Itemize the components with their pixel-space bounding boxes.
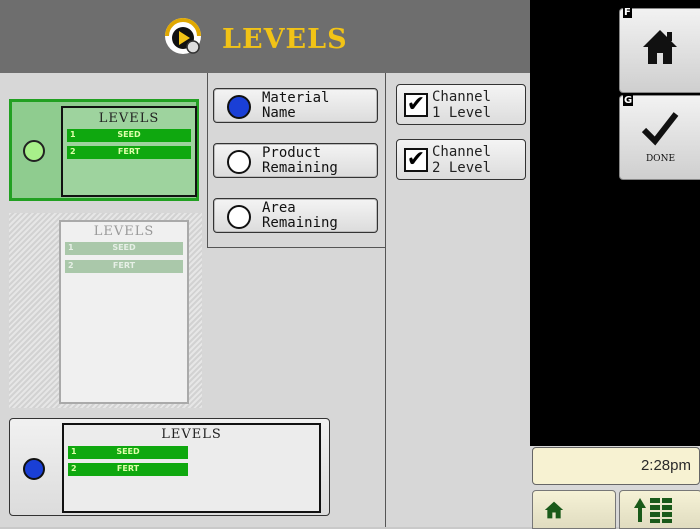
checkmark-icon (641, 112, 679, 146)
option-label: Area Remaining (262, 200, 338, 231)
levels-preview-title: LEVELS (161, 427, 222, 442)
level-row-2: 2 FERT (67, 146, 191, 159)
home-icon (544, 501, 564, 519)
page-header: LEVELS (0, 0, 530, 73)
levels-preview-1: LEVELS 1 SEED 2 FERT (61, 106, 197, 197)
option-radio[interactable] (227, 95, 251, 119)
checkbox-label: Channel 2 Level (432, 144, 492, 176)
level-row-2: 2 FERT (68, 463, 188, 476)
level-row-1: 1 SEED (65, 242, 183, 255)
checkmark-icon[interactable]: ✔ (404, 148, 428, 172)
softkey-letter: F (623, 7, 632, 18)
option-area-remaining[interactable]: Area Remaining (213, 198, 378, 233)
layout-option-3[interactable]: LEVELS 1 SEED 2 FERT (9, 418, 330, 516)
layout-radio-3[interactable] (23, 458, 45, 480)
option-product-remaining[interactable]: Product Remaining (213, 143, 378, 178)
checkbox-channel-2-level[interactable]: ✔ Channel 2 Level (396, 139, 526, 180)
layout-option-2: LEVELS 1 SEED 2 FERT (9, 213, 202, 408)
checkmark-icon[interactable]: ✔ (404, 93, 428, 117)
layout-option-1[interactable]: LEVELS 1 SEED 2 FERT (9, 99, 199, 201)
clock-time: 2:28pm (640, 457, 691, 474)
levels-preview-2: LEVELS 1 SEED 2 FERT (59, 220, 189, 404)
option-label: Material Name (262, 90, 330, 121)
up-arrow-grid-icon (634, 498, 672, 523)
option-radio[interactable] (227, 150, 251, 174)
levels-preview-title: LEVELS (93, 224, 155, 239)
option-label: Product Remaining (262, 145, 338, 176)
home-icon (643, 30, 677, 64)
bottom-menu-button[interactable] (619, 490, 700, 529)
levels-preview-title: LEVELS (98, 111, 160, 126)
page-title: LEVELS (222, 24, 348, 55)
done-softkey[interactable]: G DONE (619, 95, 700, 180)
done-label: DONE (645, 154, 676, 164)
option-material-name[interactable]: Material Name (213, 88, 378, 123)
level-row-1: 1 SEED (67, 129, 191, 142)
home-softkey[interactable]: F (619, 7, 700, 93)
clock-display: 2:28pm (532, 447, 700, 485)
level-row-1: 1 SEED (68, 446, 188, 459)
softkey-letter: G (623, 95, 634, 106)
bottom-home-button[interactable] (532, 490, 616, 529)
checkbox-channel-1-level[interactable]: ✔ Channel 1 Level (396, 84, 526, 125)
checkbox-label: Channel 1 Level (432, 89, 492, 121)
levels-preview-3: LEVELS 1 SEED 2 FERT (62, 423, 321, 513)
option-radio[interactable] (227, 205, 251, 229)
divider (385, 73, 386, 527)
level-row-2: 2 FERT (65, 260, 183, 273)
layout-radio-1[interactable] (23, 140, 45, 162)
rate-gauge-icon (165, 18, 201, 54)
